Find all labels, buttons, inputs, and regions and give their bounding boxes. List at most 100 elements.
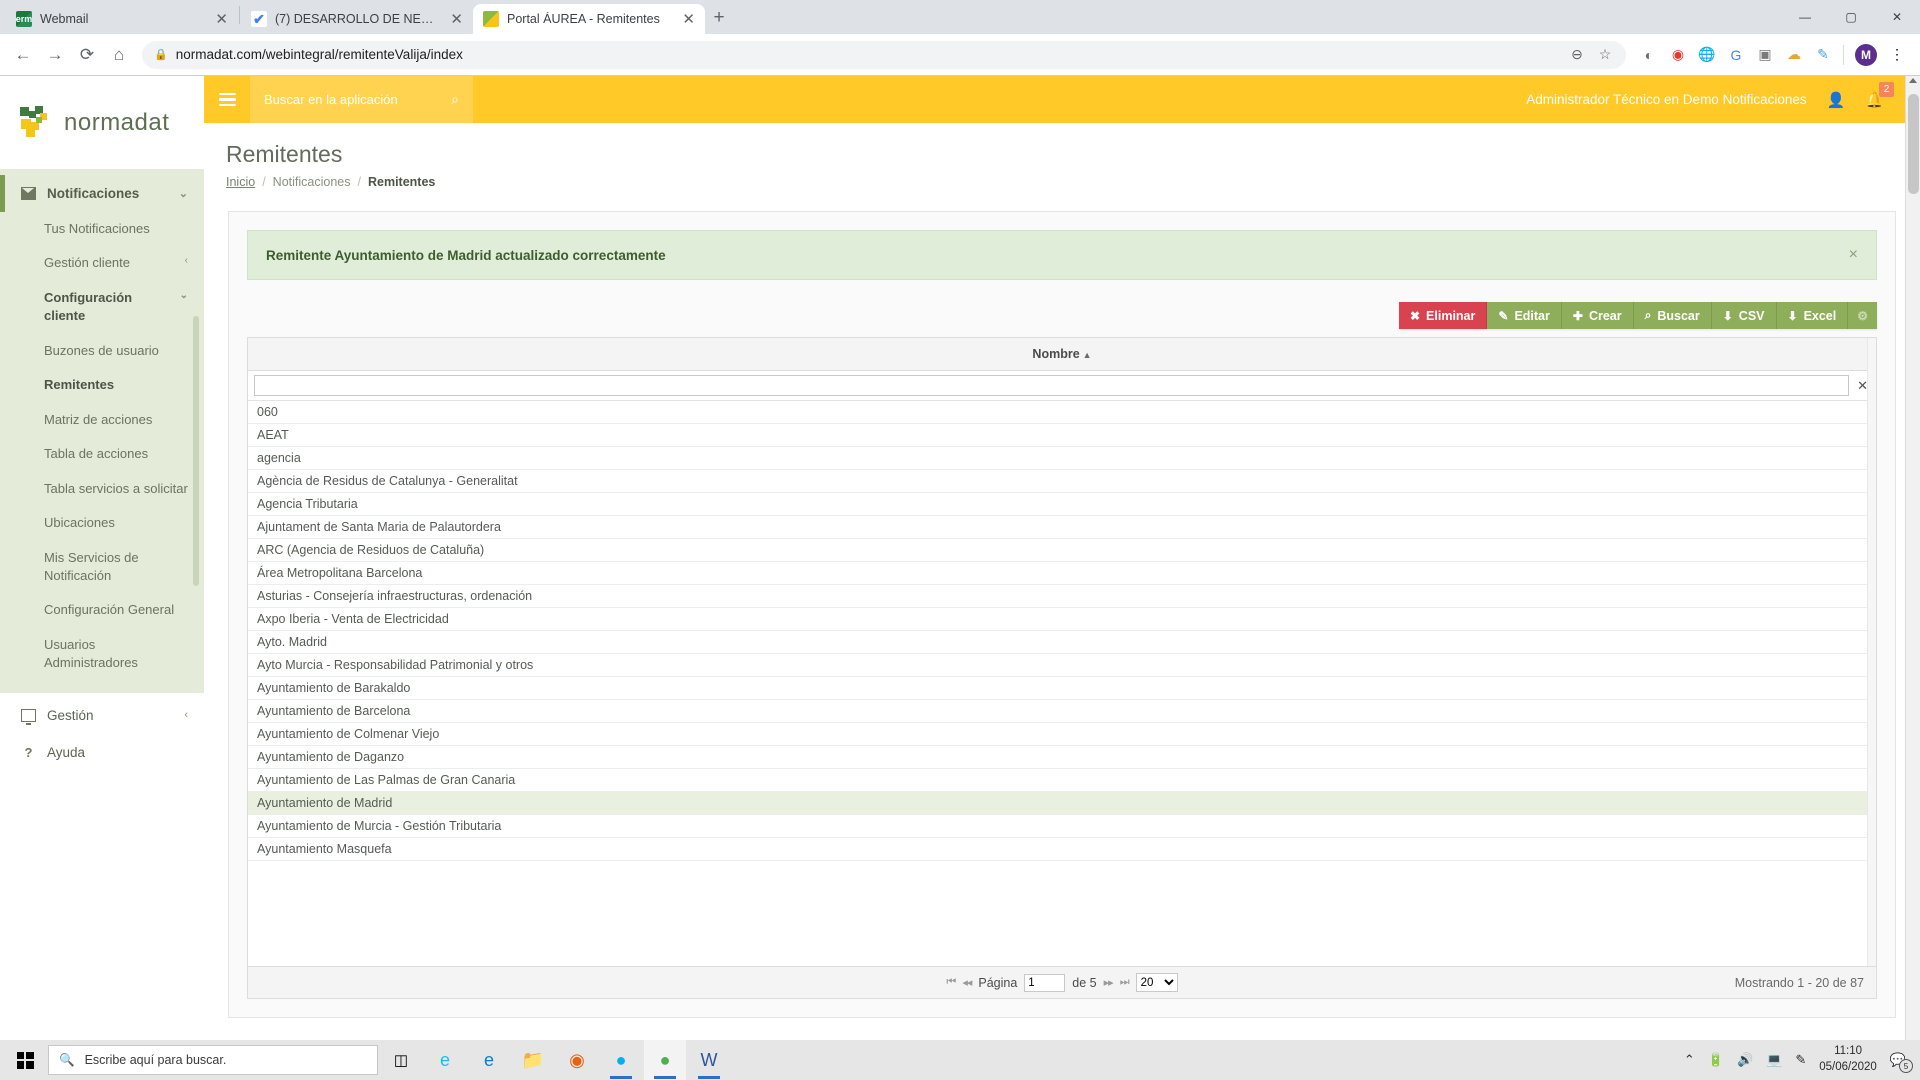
volume-icon[interactable]: 🔊: [1737, 1052, 1753, 1068]
close-icon[interactable]: ✕: [450, 12, 463, 27]
table-row[interactable]: AEAT: [248, 423, 1876, 447]
sidebar-item-gestion[interactable]: Gestión ‹: [0, 697, 204, 734]
cloud-icon[interactable]: ☁: [1785, 46, 1803, 64]
taskbar-search[interactable]: 🔍 Escribe aquí para buscar.: [48, 1045, 378, 1075]
table-row[interactable]: 060: [248, 400, 1876, 424]
page-size-select[interactable]: 2050100: [1135, 973, 1178, 992]
table-row[interactable]: Ajuntament de Santa Maria de Palautorder…: [248, 515, 1876, 539]
marker-icon[interactable]: ✎: [1814, 46, 1832, 64]
action-center-icon[interactable]: 💬 5: [1890, 1052, 1913, 1073]
pen-icon[interactable]: ✎: [1795, 1052, 1806, 1068]
close-icon[interactable]: ✕: [215, 12, 228, 27]
table-row[interactable]: Ayuntamiento de Madrid: [248, 791, 1876, 815]
browser-tab-portal-aurea[interactable]: Portal ÁUREA - Remitentes ✕: [473, 4, 705, 34]
sidebar-item-buzones-de-usuario[interactable]: Buzones de usuario: [0, 334, 204, 368]
start-button[interactable]: [4, 1040, 46, 1080]
home-icon[interactable]: ⌂: [104, 40, 134, 70]
table-row[interactable]: Ayuntamiento Masquefa: [248, 837, 1876, 861]
notifications-bell[interactable]: 🔔 2: [1865, 81, 1894, 109]
table-row[interactable]: ARC (Agencia de Residuos de Cataluña): [248, 538, 1876, 562]
first-page-icon[interactable]: ⏮: [946, 976, 956, 989]
app-search-box[interactable]: ⌕: [250, 76, 473, 123]
table-row[interactable]: Agencia Tributaria: [248, 492, 1876, 516]
hamburger-icon[interactable]: [204, 76, 250, 123]
battery-icon[interactable]: 🔋: [1708, 1052, 1724, 1068]
table-row[interactable]: Ayuntamiento de Colmenar Viejo: [248, 722, 1876, 746]
zoom-out-icon[interactable]: ⊖: [1568, 46, 1586, 64]
table-row[interactable]: Ayuntamiento de Murcia - Gestión Tributa…: [248, 814, 1876, 838]
breadcrumb-home[interactable]: Inicio: [226, 175, 255, 189]
next-page-icon[interactable]: ▸▸: [1104, 976, 1114, 989]
address-bar[interactable]: 🔒 normadat.com/webintegral/remitenteVali…: [142, 40, 1626, 69]
sidebar-item-matriz-de-acciones[interactable]: Matriz de acciones: [0, 403, 204, 437]
maximize-button[interactable]: ▢: [1828, 1, 1874, 33]
column-header-nombre[interactable]: Nombre ▲: [248, 338, 1876, 371]
table-row[interactable]: Ayto Murcia - Responsabilidad Patrimonia…: [248, 653, 1876, 677]
close-icon[interactable]: ✕: [682, 12, 695, 27]
google-translate-icon[interactable]: G: [1727, 46, 1745, 64]
table-row[interactable]: Área Metropolitana Barcelona: [248, 561, 1876, 585]
sidebar-item-tabla-servicios-a-solicitar[interactable]: Tabla servicios a solicitar: [0, 472, 204, 506]
last-page-icon[interactable]: ⏭: [1120, 976, 1130, 989]
new-tab-button[interactable]: +: [705, 4, 733, 32]
user-icon[interactable]: 👤: [1827, 91, 1846, 109]
sidebar-item-remitentes[interactable]: Remitentes: [0, 368, 204, 402]
reload-icon[interactable]: ⟳: [72, 40, 102, 70]
table-row[interactable]: Ayuntamiento de Las Palmas de Gran Canar…: [248, 768, 1876, 792]
alert-close-icon[interactable]: ×: [1849, 246, 1858, 264]
close-window-button[interactable]: ✕: [1874, 1, 1920, 33]
settings-button[interactable]: ⚙: [1848, 302, 1877, 329]
sidebar-item-ubicaciones[interactable]: Ubicaciones: [0, 506, 204, 540]
skype-icon[interactable]: ●: [600, 1040, 642, 1080]
browser-tab-desarrollo[interactable]: ✔ (7) DESARROLLO DE NEGOCIO - ✕: [241, 4, 473, 34]
sidebar-item-configuracion-general[interactable]: Configuración General: [0, 593, 204, 627]
create-button[interactable]: ✚ Crear: [1561, 302, 1634, 329]
page-number-input[interactable]: [1024, 973, 1066, 992]
browser-tab-webmail[interactable]: erm Webmail ✕: [6, 4, 238, 34]
search-button[interactable]: ⌕ Buscar: [1633, 302, 1712, 329]
sidebar-item-mis-servicios-de-notificacion[interactable]: Mis Servicios de Notificación: [0, 541, 204, 594]
word-icon[interactable]: W: [688, 1040, 730, 1080]
sidebar-item-ayuda[interactable]: ? Ayuda: [0, 734, 204, 771]
clock[interactable]: 11:10 05/06/2020: [1819, 1044, 1877, 1075]
sidebar-item-configuracion-cliente[interactable]: Configuración cliente ⌄: [0, 281, 204, 334]
delete-button[interactable]: ✖ Eliminar: [1398, 302, 1488, 329]
opera-icon[interactable]: ◐: [1640, 46, 1658, 64]
search-input[interactable]: [264, 92, 442, 107]
sidebar-item-tus-notificaciones[interactable]: Tus Notificaciones: [0, 212, 204, 246]
sidebar-group-notificaciones[interactable]: Notificaciones ⌄: [0, 175, 204, 212]
minimize-button[interactable]: —: [1782, 1, 1828, 33]
avatar[interactable]: M: [1855, 43, 1877, 66]
opera-red-icon[interactable]: ◉: [1669, 46, 1687, 64]
firefox-icon[interactable]: ◉: [556, 1040, 598, 1080]
brand-logo[interactable]: normadat: [0, 76, 204, 169]
filter-input-nombre[interactable]: [254, 375, 1850, 396]
table-row[interactable]: Axpo Iberia - Venta de Electricidad: [248, 607, 1876, 631]
table-row[interactable]: Agència de Residus de Catalunya - Genera…: [248, 469, 1876, 493]
forward-icon[interactable]: →: [40, 40, 70, 70]
more-menu-icon[interactable]: ⋮: [1888, 46, 1906, 64]
table-row[interactable]: Ayuntamiento de Barakaldo: [248, 676, 1876, 700]
sidebar-item-tabla-de-acciones[interactable]: Tabla de acciones: [0, 437, 204, 471]
breadcrumb-section[interactable]: Notificaciones: [273, 175, 351, 189]
previous-page-icon[interactable]: ◂◂: [962, 976, 972, 989]
task-view-icon[interactable]: ◫: [380, 1040, 422, 1080]
table-row[interactable]: Ayto. Madrid: [248, 630, 1876, 654]
globe-icon[interactable]: 🌐: [1698, 46, 1716, 64]
chrome-icon[interactable]: ●: [644, 1040, 686, 1080]
internet-explorer-icon[interactable]: e: [424, 1040, 466, 1080]
tray-expand-icon[interactable]: ⌃: [1684, 1052, 1695, 1068]
table-row[interactable]: Ayuntamiento de Daganzo: [248, 745, 1876, 769]
table-row[interactable]: Asturias - Consejería infraestructuras, …: [248, 584, 1876, 608]
sidebar-item-gestion-cliente[interactable]: Gestión cliente ‹: [0, 246, 204, 280]
table-vertical-scrollbar[interactable]: [1867, 338, 1876, 966]
bookmark-star-icon[interactable]: ☆: [1596, 46, 1614, 64]
export-excel-button[interactable]: ⬇ Excel: [1776, 302, 1849, 329]
export-csv-button[interactable]: ⬇ CSV: [1711, 302, 1777, 329]
back-icon[interactable]: ←: [8, 40, 38, 70]
table-row[interactable]: Ayuntamiento de Barcelona: [248, 699, 1876, 723]
file-explorer-icon[interactable]: 📁: [512, 1040, 554, 1080]
sidebar-item-usuarios-administradores[interactable]: Usuarios Administradores: [0, 628, 204, 681]
edit-button[interactable]: ✎ Editar: [1487, 302, 1562, 329]
network-icon[interactable]: 💻: [1766, 1052, 1782, 1068]
